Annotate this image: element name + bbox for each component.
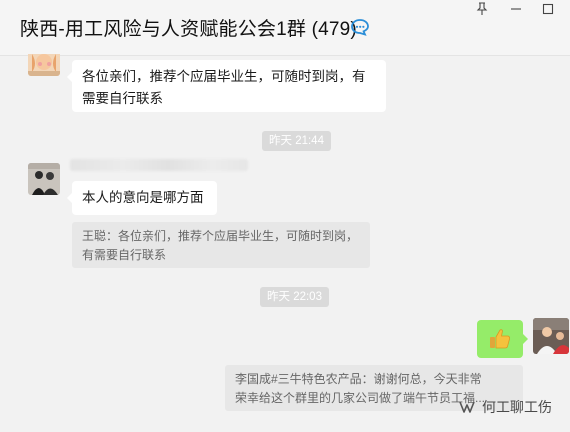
pin-icon[interactable] (472, 2, 492, 18)
quote-text-line: 李国成#三牛特色农产品：谢谢何总，今天非常 (235, 372, 482, 386)
wechat-channel-icon (459, 401, 475, 413)
chat-bubble-icon[interactable] (350, 18, 370, 36)
message-bubble-self[interactable] (477, 320, 528, 358)
chat-title: 陕西-用工风险与人资赋能公会1群 (479) (20, 19, 357, 40)
avatar[interactable] (28, 163, 60, 195)
thumbs-up-icon (490, 329, 510, 349)
message-text-line: 各位亲们，推荐个应届毕业生，可随时到岗，有 (82, 69, 366, 84)
maximize-icon[interactable] (538, 2, 558, 18)
avatar[interactable] (28, 54, 60, 76)
sender-name (70, 159, 248, 171)
message-text-line: 本人的意向是哪方面 (82, 190, 204, 205)
quote-text-line: 有需要自行联系 (82, 248, 167, 262)
message-bubble[interactable]: 本人的意向是哪方面 (67, 181, 217, 215)
quote-text-line: 王聪：各位亲们，推荐个应届毕业生，可随时到岗， (82, 229, 359, 243)
message-bubble[interactable]: 各位亲们，推荐个应届毕业生，可随时到岗，有 需要自行联系 (67, 60, 386, 112)
chat-header: 陕西-用工风险与人资赋能公会1群 (479) (0, 0, 570, 56)
time-divider: 昨天 22:03 (260, 287, 329, 307)
time-divider: 昨天 21:44 (262, 131, 331, 151)
quoted-message[interactable]: 王聪：各位亲们，推荐个应届毕业生，可随时到岗， 有需要自行联系 (72, 222, 370, 268)
message-text-line: 需要自行联系 (82, 91, 163, 106)
watermark: 何工聊工伤 (458, 396, 552, 418)
minimize-icon[interactable] (506, 2, 526, 18)
avatar-self[interactable] (533, 318, 569, 354)
watermark-text: 何工聊工伤 (482, 399, 552, 415)
